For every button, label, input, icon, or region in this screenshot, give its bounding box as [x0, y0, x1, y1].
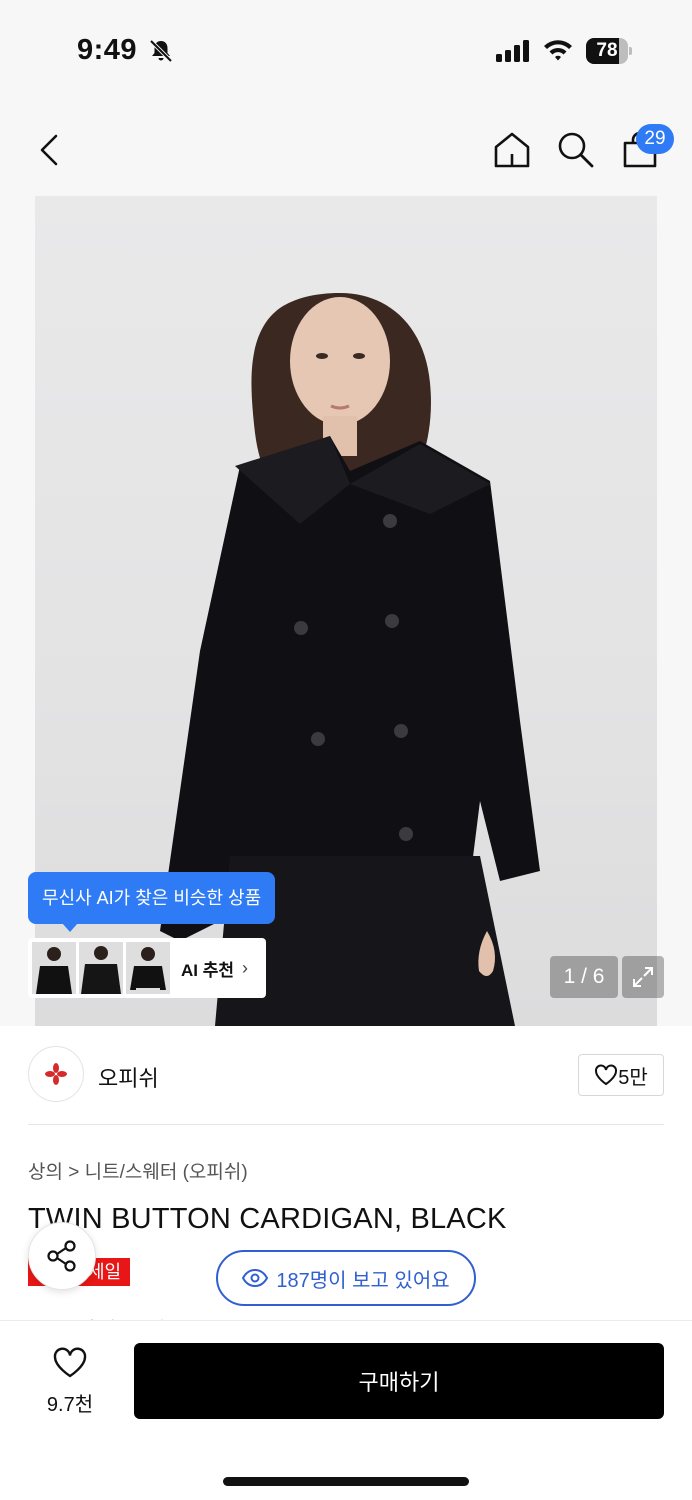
wishlist-button[interactable]: 9.7천 — [32, 1347, 108, 1417]
breadcrumb-separator: > — [68, 1162, 80, 1183]
ai-recommendation-tooltip: 무신사 AI가 찾은 비슷한 상품 — [28, 872, 276, 932]
breadcrumb-category[interactable]: 상의 — [28, 1162, 63, 1183]
share-icon — [47, 1240, 76, 1272]
brand-row: 오피쉬 5만 — [28, 1046, 664, 1106]
back-button[interactable] — [28, 128, 72, 172]
expand-icon — [633, 967, 653, 987]
viewers-indicator: 187명이 보고 있어요 — [216, 1250, 476, 1306]
ai-thumbnail[interactable] — [126, 942, 170, 994]
bottom-action-bar: 9.7천 구매하기 — [0, 1320, 692, 1500]
brand-name[interactable]: 오피쉬 — [98, 1061, 159, 1093]
product-title: TWIN BUTTON CARDIGAN, BLACK — [28, 1203, 507, 1235]
buy-button[interactable]: 구매하기 — [134, 1343, 664, 1419]
brand-like-count: 5만 — [618, 1066, 648, 1089]
expand-button[interactable] — [622, 956, 664, 998]
brand-logo[interactable] — [28, 1046, 84, 1102]
signal-icon — [496, 40, 529, 62]
home-indicator — [223, 1477, 469, 1486]
wifi-icon — [544, 40, 572, 61]
battery-level: 78 — [596, 40, 618, 61]
share-button[interactable] — [28, 1222, 96, 1290]
ai-recommend-label: AI 추천 — [181, 960, 235, 980]
divider — [28, 1124, 664, 1125]
battery-icon: 78 — [586, 38, 632, 64]
viewers-text: 187명이 보고 있어요 — [276, 1269, 450, 1292]
chevron-right-icon: › — [242, 957, 249, 978]
image-counter: 1 / 6 — [550, 956, 618, 998]
search-button[interactable] — [554, 128, 598, 172]
top-navigation — [0, 100, 692, 196]
status-bar: 9:49 78 — [0, 0, 692, 100]
home-button[interactable] — [490, 128, 534, 172]
heart-icon — [53, 1347, 87, 1378]
brand-like-button[interactable]: 5만 — [578, 1054, 664, 1096]
brand-logo-icon — [45, 1063, 67, 1085]
bell-slash-icon — [149, 39, 173, 63]
breadcrumb: 상의 > 니트/스웨터 (오피쉬) — [28, 1157, 248, 1184]
heart-icon — [595, 1064, 618, 1086]
search-icon — [558, 132, 594, 168]
status-time: 9:49 — [77, 34, 138, 66]
wishlist-count: 9.7천 — [46, 1394, 94, 1416]
eye-icon — [242, 1269, 269, 1287]
ai-recommendation-card[interactable]: AI 추천 › — [28, 938, 266, 998]
back-icon — [40, 134, 58, 166]
home-icon — [494, 132, 530, 168]
ai-thumbnail[interactable] — [32, 942, 76, 994]
cart-count-badge: 29 — [636, 124, 674, 154]
ai-thumbnail[interactable] — [79, 942, 123, 994]
breadcrumb-subcategory[interactable]: 니트/스웨터 (오피쉬) — [85, 1162, 248, 1183]
